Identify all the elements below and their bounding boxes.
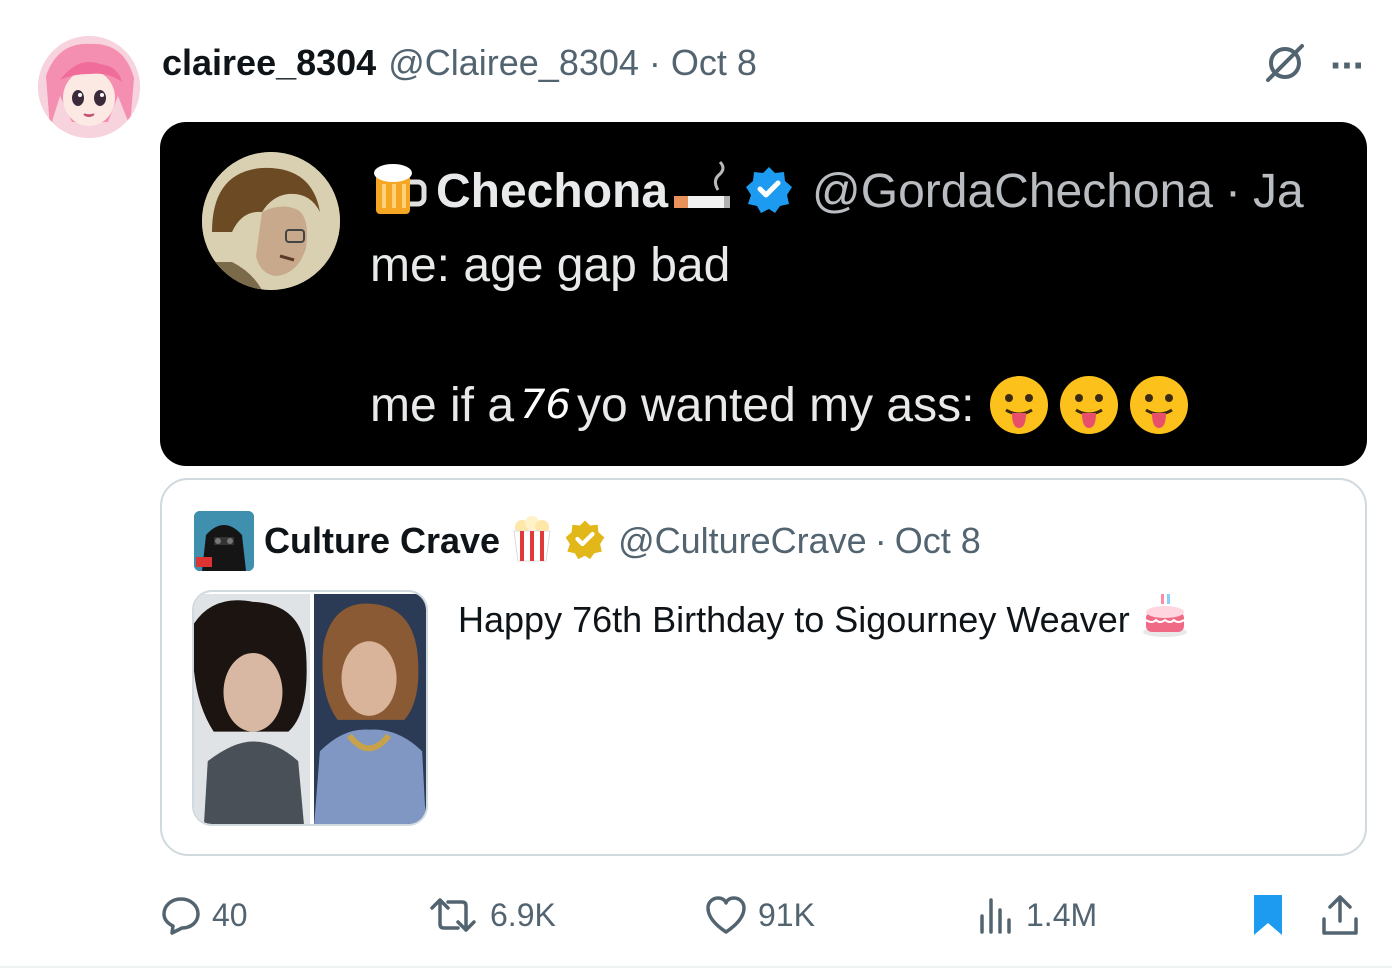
- quoted-author-avatar[interactable]: [194, 511, 254, 571]
- screenshot-date-partial: Ja: [1252, 165, 1304, 218]
- bookmark-button[interactable]: [1250, 890, 1286, 940]
- repost-icon: [426, 894, 480, 936]
- views-count: 1.4M: [1026, 896, 1098, 933]
- bookmark-filled-icon: [1250, 893, 1286, 937]
- separator-dot: ·: [648, 42, 661, 83]
- cigarette-emoji-icon: [672, 160, 734, 223]
- repost-count: 6.9K: [490, 896, 556, 933]
- share-icon: [1320, 893, 1360, 937]
- quoted-post-header: Culture Crave @CultureCrave · Oct 8: [194, 510, 981, 572]
- reply-button[interactable]: 40: [160, 890, 248, 940]
- grok-icon[interactable]: [1262, 40, 1308, 91]
- screenshot-text-line-2: me if a 76 yo wanted my ass:: [370, 374, 1190, 436]
- quoted-post-text: Happy 76th Birthday to Sigourney Weaver: [458, 592, 1188, 647]
- attached-screenshot-image[interactable]: Chechona @GordaChechona · Ja me: age gap…: [160, 122, 1367, 466]
- author-display-name[interactable]: clairee_8304: [162, 42, 376, 84]
- line2-after: yo wanted my ass:: [576, 378, 975, 432]
- author-handle[interactable]: @Clairee_8304: [388, 42, 639, 84]
- share-button[interactable]: [1320, 890, 1360, 940]
- photo-left: [194, 594, 310, 824]
- verified-gold-badge-icon: [564, 518, 606, 565]
- repost-button[interactable]: 6.9K: [426, 890, 556, 940]
- beer-mug-emoji-icon: [370, 160, 428, 223]
- post-header-icons: ···: [1262, 40, 1366, 91]
- quoted-media-thumbnail[interactable]: [192, 590, 428, 826]
- post-divider: [0, 966, 1392, 968]
- screenshot-text-line-1: me: age gap bad: [370, 239, 731, 292]
- screenshot-avatar: [202, 152, 340, 290]
- quoted-post[interactable]: Culture Crave @CultureCrave · Oct 8 Happ…: [160, 478, 1367, 856]
- author-avatar[interactable]: [38, 36, 140, 138]
- post-action-bar: 40 6.9K 91K 1.4M: [160, 890, 1372, 940]
- birthday-cake-emoji-icon: [1142, 592, 1188, 647]
- more-options-icon[interactable]: ···: [1330, 46, 1366, 86]
- heart-icon: [704, 894, 748, 936]
- screenshot-handle: @GordaChechona: [812, 165, 1213, 218]
- views-button[interactable]: 1.4M: [976, 890, 1097, 940]
- line2-before: me if a: [370, 378, 515, 432]
- tongue-face-emoji-icon: [988, 374, 1190, 436]
- like-count: 91K: [758, 896, 815, 933]
- reply-icon: [160, 894, 202, 936]
- photo-right: [313, 594, 426, 824]
- handwritten-number: 76: [520, 382, 571, 428]
- screenshot-separator: ·: [1225, 165, 1241, 218]
- verified-badge-icon: [744, 164, 794, 219]
- quoted-separator: ·: [874, 520, 887, 561]
- quoted-date[interactable]: Oct 8: [895, 520, 981, 562]
- screenshot-header: Chechona @GordaChechona · Ja: [370, 160, 1304, 223]
- quoted-text-content: Happy 76th Birthday to Sigourney Weaver: [458, 598, 1130, 640]
- quoted-author-handle[interactable]: @CultureCrave: [618, 520, 867, 562]
- analytics-bar-chart-icon: [976, 894, 1016, 936]
- quoted-author-name[interactable]: Culture Crave: [264, 520, 500, 562]
- post-header: clairee_8304 @Clairee_8304 · Oct 8: [162, 38, 757, 88]
- like-button[interactable]: 91K: [704, 890, 815, 940]
- post-date[interactable]: Oct 8: [671, 42, 757, 84]
- reply-count: 40: [212, 896, 248, 933]
- popcorn-emoji-icon: [510, 515, 554, 568]
- screenshot-display-name: Chechona: [436, 165, 669, 218]
